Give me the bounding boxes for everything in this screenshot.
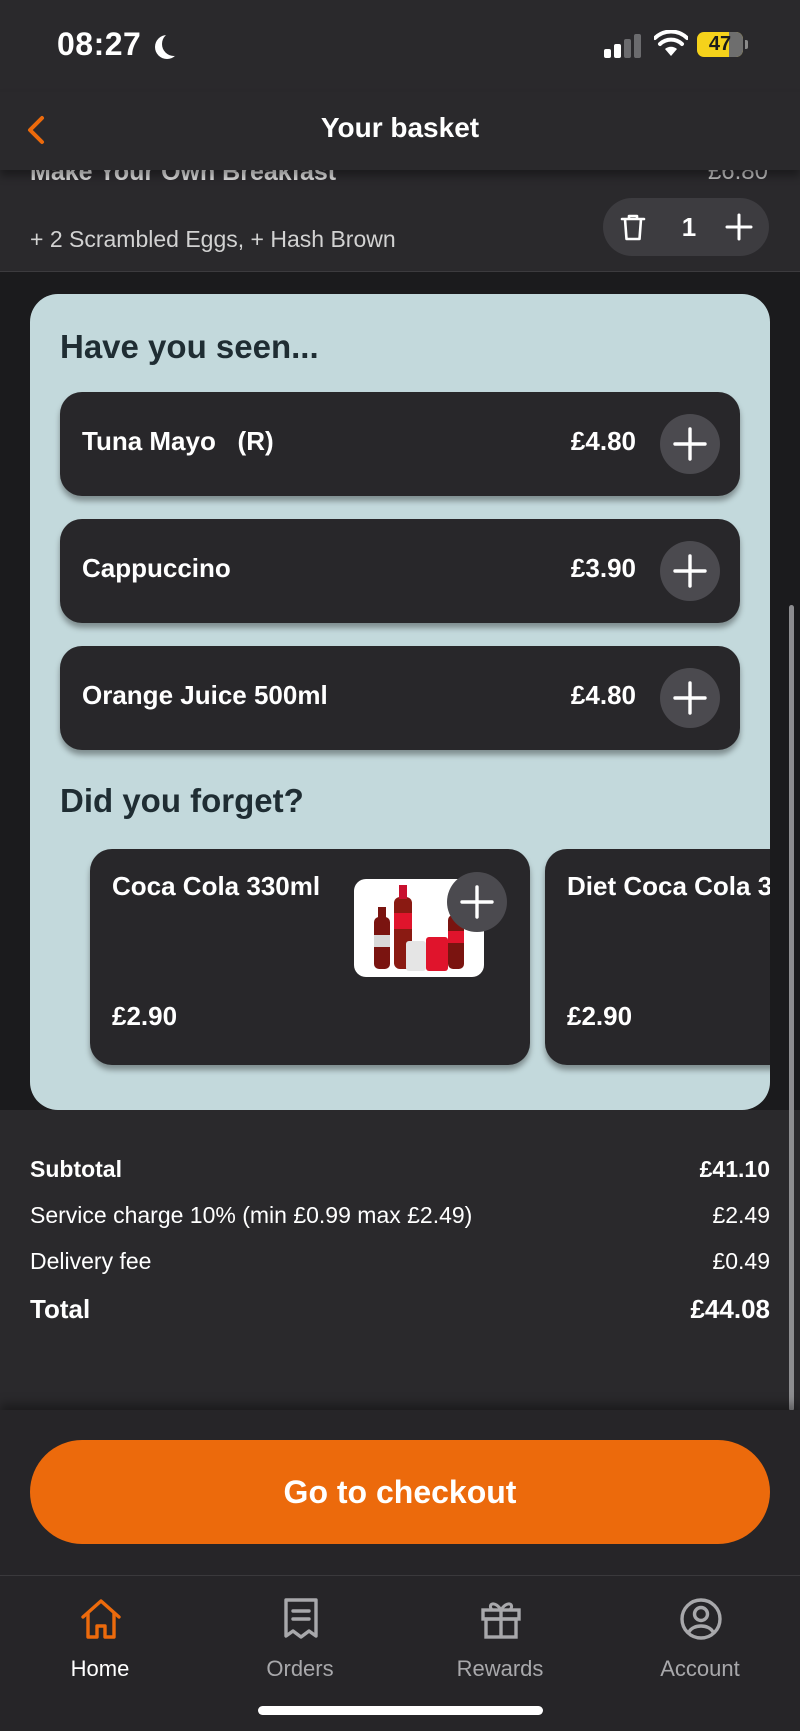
- tab-home[interactable]: Home: [0, 1588, 200, 1698]
- wifi-icon: [654, 30, 688, 56]
- suggestion-name: Orange Juice 500ml: [82, 680, 328, 710]
- total-row: Total £44.08: [30, 1288, 770, 1338]
- do-not-disturb-moon-icon: [162, 32, 186, 56]
- service-charge-label: Service charge 10% (min £0.99 max £2.49): [30, 1202, 473, 1228]
- suggestion-price: £4.80: [570, 426, 636, 456]
- receipt-icon: [284, 1598, 318, 1639]
- add-button[interactable]: [660, 414, 720, 474]
- delivery-fee-label: Delivery fee: [30, 1248, 152, 1274]
- add-button[interactable]: [660, 541, 720, 601]
- page-title: Your basket: [320, 112, 480, 143]
- plus-icon: [673, 681, 707, 715]
- subtotal-value: £41.10: [699, 1156, 770, 1182]
- tab-label: Rewards: [456, 1656, 544, 1681]
- quantity-stepper: 1: [603, 198, 769, 256]
- total-label: Total: [30, 1294, 91, 1324]
- service-charge-value: £2.49: [712, 1202, 770, 1228]
- upsell-tile[interactable]: Diet Coca Cola 330ml £2.90: [545, 849, 770, 1065]
- battery-level: 47: [708, 33, 732, 55]
- upsell-price: £2.90: [112, 1001, 178, 1031]
- order-summary: Subtotal £41.10 Service charge 10% (min …: [30, 1150, 770, 1338]
- status-bar: 08:27 47: [0, 0, 800, 92]
- suggestions-panel: Have you seen... Tuna Mayo (R) £4.80 Cap…: [30, 294, 770, 1110]
- trash-icon[interactable]: [617, 211, 649, 243]
- add-button[interactable]: [660, 668, 720, 728]
- suggestion-name: Tuna Mayo (R): [82, 426, 274, 456]
- battery-icon: 47: [697, 32, 748, 57]
- subtotal-row: Subtotal £41.10: [30, 1150, 770, 1196]
- suggestion-name: Cappuccino: [82, 553, 231, 583]
- tab-orders[interactable]: Orders: [200, 1588, 400, 1698]
- suggestion-price: £3.90: [570, 553, 636, 583]
- suggestion-item[interactable]: Cappuccino £3.90: [60, 519, 740, 623]
- suggestion-item[interactable]: Tuna Mayo (R) £4.80: [60, 392, 740, 496]
- basket-item-options: + 2 Scrambled Eggs, + Hash Brown: [30, 226, 396, 252]
- suggestion-item[interactable]: Orange Juice 500ml £4.80: [60, 646, 740, 750]
- tab-label: Account: [660, 1656, 740, 1681]
- total-value: £44.08: [690, 1294, 770, 1324]
- plus-icon: [673, 427, 707, 461]
- upsell-name: Coca Cola 330ml: [112, 871, 321, 901]
- plus-icon: [460, 885, 494, 919]
- upsell-name: Diet Coca Cola 330ml: [567, 871, 770, 901]
- service-charge-row: Service charge 10% (min £0.99 max £2.49)…: [30, 1196, 770, 1242]
- account-icon: [680, 1598, 722, 1640]
- add-button[interactable]: [447, 872, 507, 932]
- scrollbar[interactable]: [789, 605, 794, 1411]
- delivery-fee-row: Delivery fee £0.49: [30, 1242, 770, 1288]
- suggestion-price: £4.80: [570, 680, 636, 710]
- go-to-checkout-button[interactable]: Go to checkout: [30, 1440, 770, 1544]
- home-indicator: [258, 1706, 543, 1715]
- navigation-header: Your basket: [0, 92, 800, 170]
- upsell-carousel[interactable]: Coca Cola 330ml £2.90 Diet Coca Cola 3 £…: [90, 849, 770, 1069]
- tab-label: Orders: [266, 1656, 334, 1681]
- did-you-forget-title: Did you forget?: [60, 782, 304, 819]
- tab-label: Home: [70, 1656, 130, 1681]
- plus-icon[interactable]: [723, 211, 755, 243]
- subtotal-label: Subtotal: [30, 1156, 122, 1182]
- upsell-tile[interactable]: Coca Cola 330ml £2.90: [90, 849, 530, 1065]
- gift-icon: [481, 1602, 521, 1639]
- cellular-signal-icon: [604, 34, 642, 58]
- status-time: 08:27: [57, 26, 142, 62]
- checkout-bar: Go to checkout: [0, 1410, 800, 1575]
- have-you-seen-title: Have you seen...: [60, 328, 319, 365]
- delivery-fee-value: £0.49: [712, 1248, 770, 1274]
- home-icon: [81, 1599, 121, 1639]
- plus-icon: [673, 554, 707, 588]
- upsell-price: £2.90: [567, 1001, 633, 1031]
- tab-account[interactable]: Account: [600, 1588, 800, 1698]
- tab-rewards[interactable]: Rewards: [400, 1588, 600, 1698]
- quantity-value: 1: [681, 212, 697, 242]
